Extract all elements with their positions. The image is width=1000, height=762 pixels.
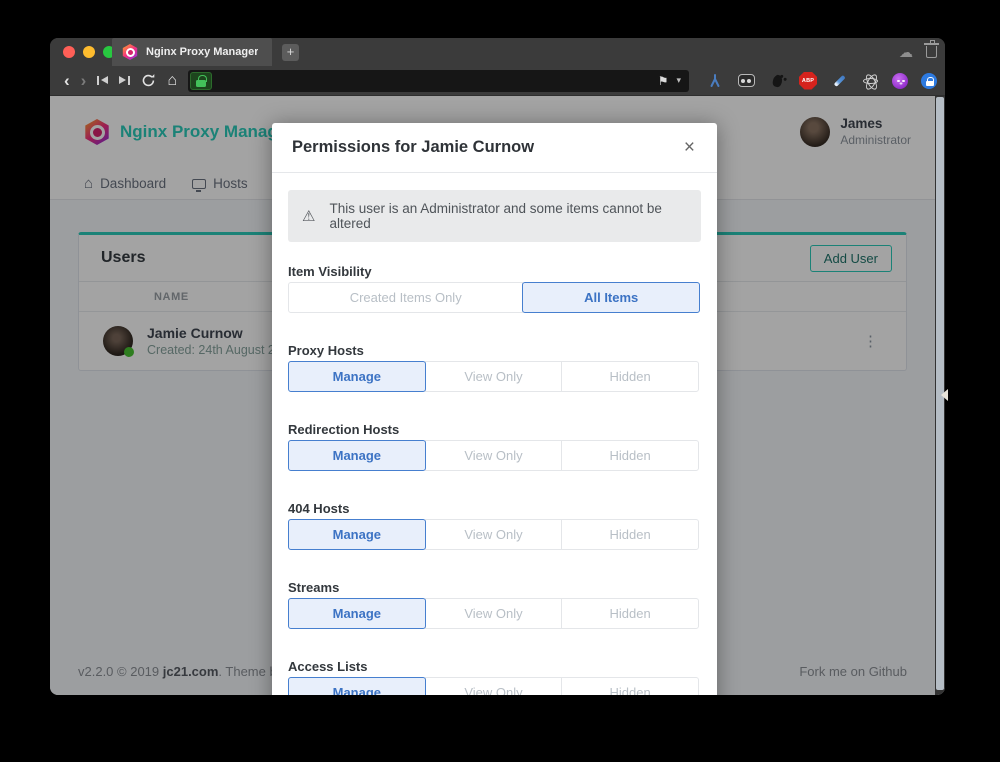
- forward-button[interactable]: ›: [81, 72, 87, 89]
- proxy-hosts-manage-button[interactable]: Manage: [288, 361, 426, 392]
- warning-icon: ⚠: [302, 209, 315, 224]
- 404-hosts-hidden-button[interactable]: Hidden: [561, 519, 699, 550]
- 404-hosts-label: 404 Hosts: [288, 501, 701, 516]
- closed-tabs-trash-icon[interactable]: [926, 46, 937, 58]
- redirection-hosts-label: Redirection Hosts: [288, 422, 701, 437]
- streams-hidden-button[interactable]: Hidden: [561, 598, 699, 629]
- redirection-hosts-group: Manage View Only Hidden: [288, 440, 701, 471]
- access-lists-manage-button[interactable]: Manage: [288, 677, 426, 695]
- minimize-window-button[interactable]: [83, 46, 95, 58]
- atom-extension-icon[interactable]: [861, 72, 879, 90]
- desktop: Nginx Proxy Manager + ☁ ‹ › ⌂ ⚑ ▾: [0, 0, 1000, 762]
- home-button[interactable]: ⌂: [167, 73, 177, 89]
- browser-tab[interactable]: Nginx Proxy Manager: [112, 38, 272, 66]
- item-visibility-group: Created Items Only All Items: [288, 282, 701, 313]
- fork-extension-icon[interactable]: [706, 72, 724, 90]
- permissions-modal: Permissions for Jamie Curnow × ⚠ This us…: [272, 123, 717, 695]
- page-viewport: Nginx Proxy Manager James Administrator …: [50, 96, 945, 695]
- proxy-hosts-group: Manage View Only Hidden: [288, 361, 701, 392]
- redirection-hosts-hidden-button[interactable]: Hidden: [561, 440, 699, 471]
- privacy-lock-extension-icon[interactable]: [921, 73, 937, 89]
- gnome-foot-extension-icon[interactable]: [768, 72, 786, 90]
- 404-hosts-manage-button[interactable]: Manage: [288, 519, 426, 550]
- access-lists-hidden-button[interactable]: Hidden: [561, 677, 699, 695]
- access-lists-group: Manage View Only Hidden: [288, 677, 701, 695]
- modal-title: Permissions for Jamie Curnow: [292, 138, 534, 157]
- streams-group: Manage View Only Hidden: [288, 598, 701, 629]
- access-lists-view-only-button[interactable]: View Only: [425, 677, 563, 695]
- browser-titlebar: Nginx Proxy Manager + ☁: [50, 38, 945, 66]
- goggles-extension-icon[interactable]: [737, 72, 755, 90]
- proxy-hosts-view-only-button[interactable]: View Only: [425, 361, 563, 392]
- window-controls: [63, 46, 115, 58]
- reload-button[interactable]: [141, 73, 156, 88]
- proxy-hosts-hidden-button[interactable]: Hidden: [561, 361, 699, 392]
- pen-extension-icon[interactable]: [830, 72, 848, 90]
- visibility-all-items-button[interactable]: All Items: [522, 282, 700, 313]
- item-visibility-label: Item Visibility: [288, 264, 701, 279]
- proxy-hosts-label: Proxy Hosts: [288, 343, 701, 358]
- 404-hosts-view-only-button[interactable]: View Only: [425, 519, 563, 550]
- extensions-area: ABP: [700, 72, 937, 90]
- bookmark-dropdown-icon[interactable]: ▾: [676, 75, 681, 86]
- visibility-created-only-button[interactable]: Created Items Only: [288, 282, 523, 313]
- rewind-button[interactable]: [97, 76, 108, 85]
- panel-toggle-arrow-icon[interactable]: [941, 389, 948, 401]
- streams-label: Streams: [288, 580, 701, 595]
- streams-view-only-button[interactable]: View Only: [425, 598, 563, 629]
- access-lists-label: Access Lists: [288, 659, 701, 674]
- new-tab-button[interactable]: +: [282, 44, 299, 61]
- redirection-hosts-view-only-button[interactable]: View Only: [425, 440, 563, 471]
- sync-cloud-icon[interactable]: ☁: [899, 44, 913, 61]
- https-lock-icon[interactable]: [190, 72, 212, 90]
- admin-alert-text: This user is an Administrator and some i…: [329, 201, 687, 231]
- back-button[interactable]: ‹: [64, 72, 70, 89]
- redirection-hosts-manage-button[interactable]: Manage: [288, 440, 426, 471]
- bookmark-icon[interactable]: ⚑: [658, 74, 669, 88]
- 404-hosts-group: Manage View Only Hidden: [288, 519, 701, 550]
- purple-extension-icon[interactable]: [892, 73, 908, 89]
- adblock-plus-icon[interactable]: ABP: [799, 72, 817, 90]
- browser-window: Nginx Proxy Manager + ☁ ‹ › ⌂ ⚑ ▾: [50, 38, 945, 695]
- streams-manage-button[interactable]: Manage: [288, 598, 426, 629]
- close-window-button[interactable]: [63, 46, 75, 58]
- admin-alert: ⚠ This user is an Administrator and some…: [288, 190, 701, 242]
- modal-close-icon[interactable]: ×: [682, 138, 697, 157]
- tab-title: Nginx Proxy Manager: [146, 46, 258, 58]
- browser-toolbar: ‹ › ⌂ ⚑ ▾ ABP: [50, 66, 945, 96]
- address-bar[interactable]: ⚑ ▾: [188, 70, 689, 92]
- favicon-npm-icon: [122, 44, 138, 60]
- fast-forward-button[interactable]: [119, 76, 130, 85]
